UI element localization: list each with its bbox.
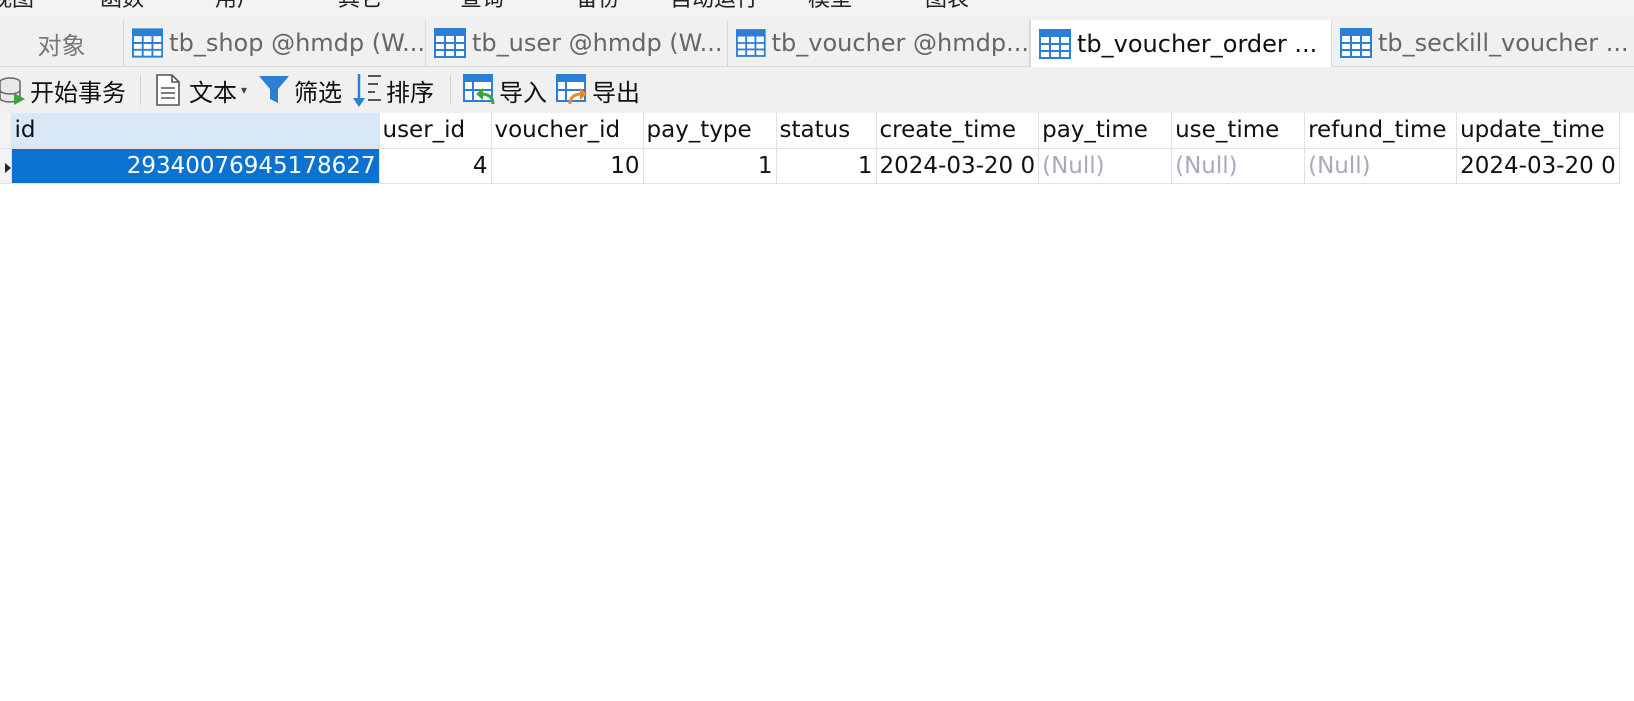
menu-query[interactable]: 查询: [460, 0, 504, 13]
cell-id[interactable]: 29340076945178627: [11, 148, 380, 184]
menu-functions[interactable]: 函数: [100, 0, 144, 13]
tab-tb-shop-label: tb_shop @hmdp (W...: [169, 29, 425, 57]
cell-voucher-id[interactable]: 10: [491, 148, 644, 184]
export-button[interactable]: 导出: [556, 73, 640, 107]
menu-model[interactable]: 模型: [808, 0, 852, 13]
filter-icon: [259, 76, 289, 103]
current-row-indicator[interactable]: [0, 148, 12, 184]
table-icon: [736, 29, 766, 57]
text-view-button[interactable]: 文本 ▾: [155, 73, 247, 107]
row-pointer-icon: [4, 162, 10, 173]
import-label: 导入: [499, 78, 547, 107]
menu-users[interactable]: 用户: [215, 0, 259, 13]
table-row[interactable]: 29340076945178627 4 10 1 1 2024-03-20 0 …: [0, 148, 1620, 184]
cell-status[interactable]: 1: [776, 148, 877, 184]
begin-transaction-label: 开始事务: [30, 78, 126, 107]
filter-button[interactable]: 筛选: [258, 73, 342, 107]
column-header-create-time[interactable]: create_time: [876, 113, 1040, 149]
text-view-label: 文本: [189, 78, 237, 107]
tab-tb-shop[interactable]: tb_shop @hmdp (W...: [124, 20, 426, 66]
tab-tb-voucher-label: tb_voucher @hmdp...: [771, 29, 1029, 57]
chevron-down-icon[interactable]: ▾: [241, 83, 247, 97]
tab-tb-user[interactable]: tb_user @hmdp (W...: [426, 20, 728, 66]
document-icon: [156, 74, 180, 106]
column-header-voucher-id[interactable]: voucher_id: [491, 113, 644, 149]
toolbar-separator: [450, 75, 451, 105]
toolbar-separator: [140, 75, 141, 105]
sort-icon: [353, 74, 381, 107]
import-icon: [463, 74, 495, 105]
cell-update-time[interactable]: 2024-03-20 0: [1456, 148, 1620, 184]
menu-backup[interactable]: 备份: [576, 0, 620, 13]
import-button[interactable]: 导入: [463, 73, 547, 107]
cell-pay-time[interactable]: (Null): [1038, 148, 1173, 184]
menu-automation[interactable]: 自动运行: [670, 0, 758, 13]
menu-others[interactable]: 其它: [338, 0, 382, 13]
column-header-status[interactable]: status: [776, 113, 877, 149]
column-header-refund-time[interactable]: refund_time: [1304, 113, 1458, 149]
tab-objects[interactable]: 对象: [0, 20, 124, 66]
begin-transaction-button[interactable]: 开始事务: [0, 73, 126, 107]
menu-charts[interactable]: 图表: [925, 0, 969, 13]
sort-label: 排序: [386, 78, 434, 107]
export-icon: [556, 74, 587, 105]
filter-label: 筛选: [294, 78, 342, 107]
tab-tb-voucher[interactable]: tb_voucher @hmdp...: [728, 20, 1030, 66]
table-icon: [434, 28, 466, 58]
menu-bar: 视图 函数 用户 其它 查询 备份 自动运行 模型 图表: [0, 0, 1634, 16]
tab-tb-seckill-voucher-label: tb_seckill_voucher ...: [1378, 29, 1629, 57]
export-label: 导出: [592, 78, 640, 107]
tab-tb-voucher-order[interactable]: tb_voucher_order ...: [1030, 20, 1332, 67]
sort-button[interactable]: 排序: [352, 73, 434, 107]
tab-tb-voucher-order-label: tb_voucher_order ...: [1077, 29, 1318, 58]
data-grid: id user_id voucher_id pay_type status cr…: [0, 113, 1620, 184]
column-header-user-id[interactable]: user_id: [379, 113, 492, 149]
table-icon: [1340, 28, 1372, 58]
result-table: id user_id voucher_id pay_type status cr…: [0, 113, 1620, 184]
column-header-update-time[interactable]: update_time: [1456, 113, 1620, 149]
column-header-id[interactable]: id: [11, 113, 380, 149]
row-indicator-header: [0, 113, 12, 149]
header-row: id user_id voucher_id pay_type status cr…: [0, 113, 1620, 149]
table-icon: [1039, 28, 1071, 59]
cell-refund-time[interactable]: (Null): [1304, 148, 1458, 184]
tab-tb-user-label: tb_user @hmdp (W...: [472, 29, 723, 57]
cell-user-id[interactable]: 4: [379, 148, 492, 184]
tab-objects-label: 对象: [37, 31, 86, 60]
table-icon: [132, 28, 164, 58]
tab-bar: 对象 tb_shop @hmdp (W... tb_user @hmdp (W.…: [0, 16, 1634, 67]
cell-pay-type[interactable]: 1: [643, 148, 777, 184]
column-header-pay-time[interactable]: pay_time: [1038, 113, 1173, 149]
column-header-pay-type[interactable]: pay_type: [643, 113, 777, 149]
database-transaction-icon: [0, 77, 25, 105]
cell-create-time[interactable]: 2024-03-20 0: [876, 148, 1040, 184]
toolbar: 开始事务 文本 ▾ 筛选 排序 导入 导出: [0, 67, 1634, 113]
cell-use-time[interactable]: (Null): [1171, 148, 1306, 184]
menu-view[interactable]: 视图: [0, 0, 34, 13]
column-header-use-time[interactable]: use_time: [1171, 113, 1306, 149]
tab-tb-seckill-voucher[interactable]: tb_seckill_voucher ...: [1332, 20, 1634, 66]
